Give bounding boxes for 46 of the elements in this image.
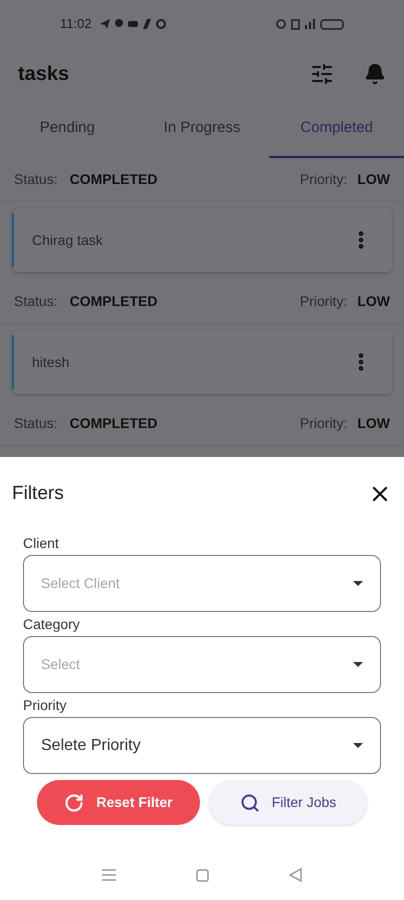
task-name: hitesh [32,352,70,372]
task-card[interactable]: Chirag task [12,208,392,272]
tab[interactable]: In Progress [134,100,270,158]
priority-label: Priority: [300,414,348,433]
dropdown-arrow-icon [353,662,363,667]
dropdown-arrow-icon [353,743,363,748]
priority-value: LOW [357,292,390,311]
priority-label: Priority: [300,170,348,189]
refresh-icon [64,792,84,812]
home-square-icon[interactable] [196,868,209,882]
battery-icon [320,18,344,30]
status-label: Status: [14,414,58,433]
status-time: 11:02 [60,15,92,34]
tab[interactable]: Completed [269,100,404,158]
priority-label: Priority: [300,292,348,311]
back-triangle-icon[interactable] [289,868,302,882]
filter-jobs-button[interactable]: Filter Jobs [209,780,367,825]
select-placeholder: Select Client [41,574,120,593]
priority-value: LOW [357,414,390,433]
status-label: Status: [14,292,58,311]
select-field[interactable]: Selete Priority [23,717,381,774]
reset-filter-button[interactable]: Reset Filter [37,780,200,825]
tab[interactable]: Pending [0,100,135,158]
dropdown-arrow-icon [353,581,363,586]
task-card[interactable]: hitesh [12,330,392,394]
field-label: Category [23,615,81,634]
search-icon [240,792,260,812]
sheet-title: Filters [12,482,64,506]
app-title: tasks [18,62,70,87]
priority-value: LOW [357,170,390,189]
filter-icon[interactable] [310,62,334,86]
select-field[interactable]: Select [23,636,381,693]
task-name: Chirag task [32,230,103,250]
status-label: Status: [14,170,58,189]
status-value: COMPLETED [70,292,158,311]
select-placeholder: Select [41,655,80,674]
status-value: COMPLETED [70,170,158,189]
select-value: Selete Priority [41,736,141,756]
field-label: Client [23,534,60,553]
signal-icon [305,19,315,29]
status-value: COMPLETED [70,414,158,433]
notification-bell-icon[interactable] [364,63,386,85]
menu-icon[interactable] [102,868,116,882]
select-field[interactable]: Select Client [23,555,381,612]
send-icon [100,19,110,29]
field-label: Priority [23,696,68,715]
